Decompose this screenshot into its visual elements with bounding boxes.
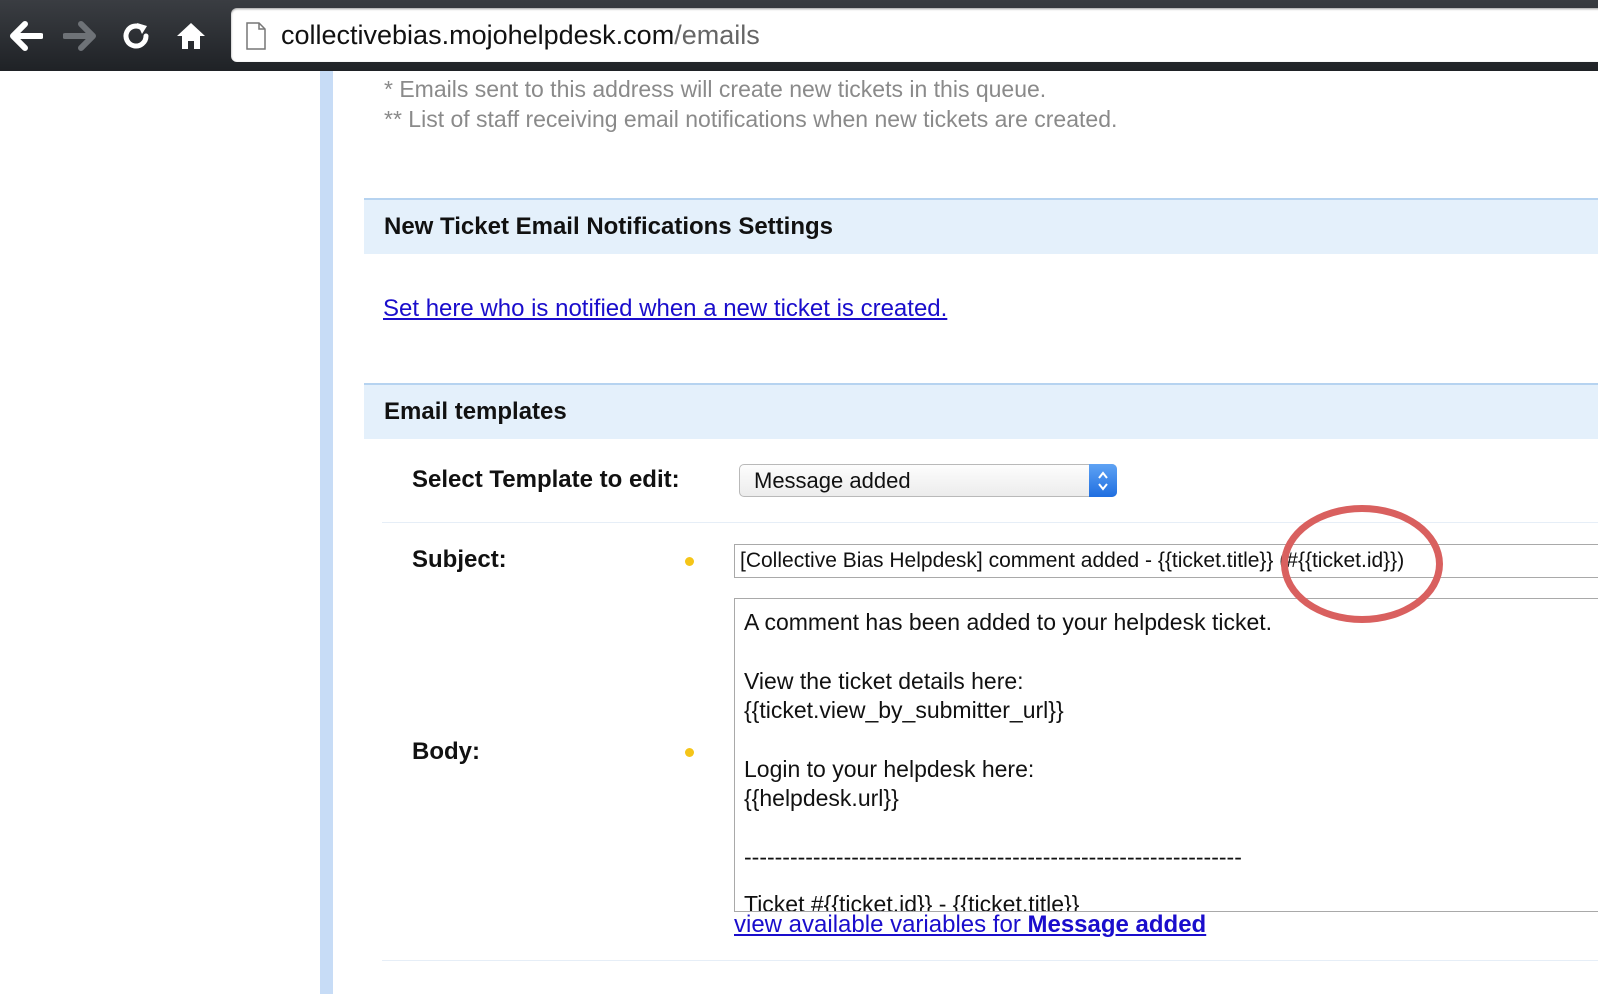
annotation-circle [1281, 505, 1443, 623]
template-select-value: Message added [754, 468, 911, 493]
section-title: Email templates [384, 398, 567, 425]
view-variables-link[interactable]: view available variables for Message add… [734, 911, 1206, 939]
home-icon[interactable] [173, 18, 209, 54]
variables-link-template-name: Message added [1027, 911, 1207, 938]
select-template-label: Select Template to edit: [412, 466, 680, 493]
sidebar-rail [320, 71, 333, 994]
body-line: View the ticket details here: [744, 668, 1024, 694]
select-chevron-icon[interactable] [1089, 464, 1117, 497]
body-line: {{helpdesk.url}} [744, 785, 899, 811]
body-line: Login to your helpdesk here: [744, 756, 1035, 782]
url-host: collectivebias.mojohelpdesk.com [281, 20, 675, 50]
required-dot-icon [685, 748, 694, 757]
variables-link-prefix: view available variables for [734, 911, 1028, 938]
email-templates-section-header: Email templates [364, 383, 1598, 439]
browser-toolbar: collectivebias.mojohelpdesk.com/emails [0, 0, 1598, 71]
address-bar[interactable]: collectivebias.mojohelpdesk.com/emails [231, 8, 1598, 62]
url-path: /emails [674, 20, 760, 50]
note-line-2: ** List of staff receiving email notific… [384, 106, 1118, 132]
template-select[interactable]: Message added [739, 464, 1117, 497]
page-icon [245, 22, 267, 55]
reload-icon[interactable] [118, 18, 154, 54]
notifications-section-header: New Ticket Email Notifications Settings [364, 198, 1598, 254]
subject-input[interactable]: [Collective Bias Helpdesk] comment added… [734, 544, 1598, 578]
body-line: Ticket #{{ticket.id}} - {{ticket.title}} [744, 891, 1080, 912]
url-text: collectivebias.mojohelpdesk.com/emails [281, 20, 760, 51]
divider [382, 960, 1598, 961]
body-label: Body: [412, 738, 480, 765]
subject-label: Subject: [412, 546, 507, 573]
body-line: {{ticket.view_by_submitter_url}} [744, 697, 1064, 723]
required-dot-icon [685, 557, 694, 566]
body-textarea[interactable]: A comment has been added to your helpdes… [734, 598, 1598, 912]
body-line: ----------------------------------------… [744, 844, 1242, 870]
section-title: New Ticket Email Notifications Settings [384, 213, 833, 240]
note-line-1: * Emails sent to this address will creat… [384, 76, 1047, 102]
notification-settings-link[interactable]: Set here who is notified when a new tick… [383, 295, 947, 323]
forward-arrow-icon[interactable] [62, 18, 98, 54]
back-arrow-icon[interactable] [8, 18, 44, 54]
body-line: A comment has been added to your helpdes… [744, 609, 1273, 635]
